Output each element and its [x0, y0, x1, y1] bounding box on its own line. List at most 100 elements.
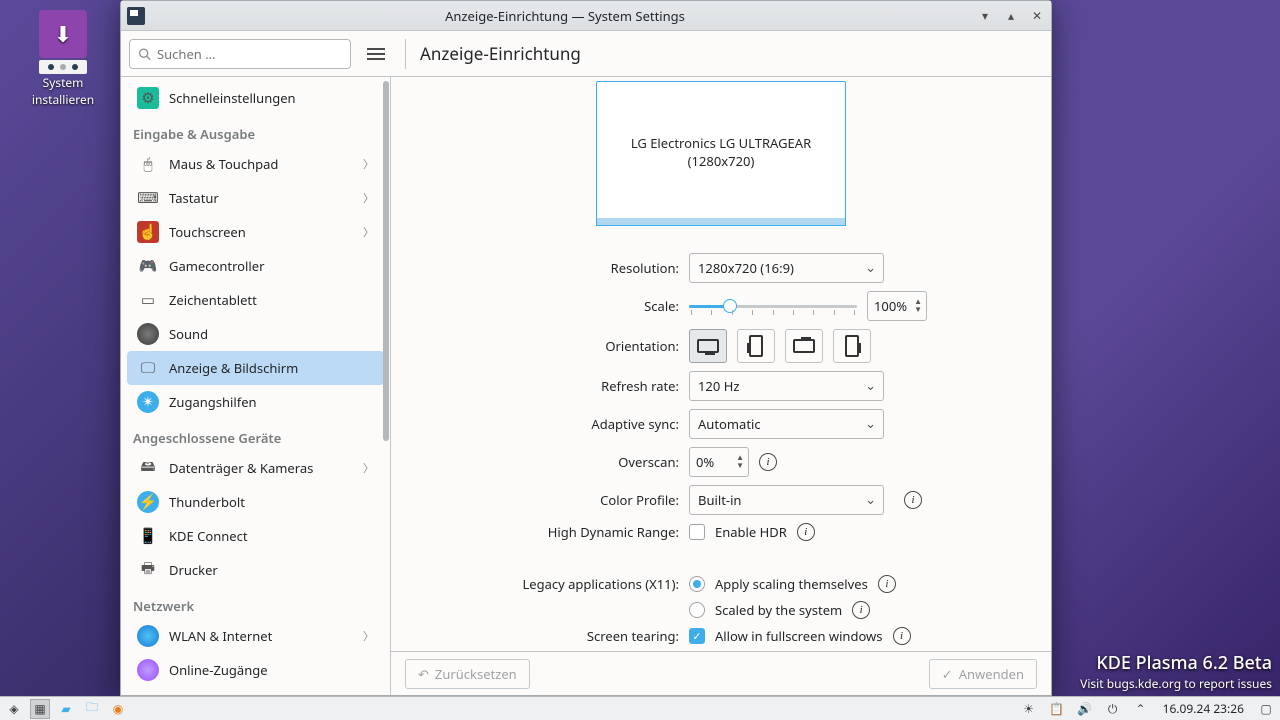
taskmgr-settings-icon[interactable]: ▦: [30, 699, 50, 719]
install-icon-bar: [39, 60, 87, 74]
sidebar-item-tablet[interactable]: ▭ Zeichentablett: [127, 283, 384, 317]
orientation-landscape-flipped[interactable]: [785, 329, 823, 363]
tearing-checkbox[interactable]: ✓: [689, 628, 705, 644]
maximize-button[interactable]: ▴: [1003, 8, 1019, 24]
sidebar-item-printer[interactable]: 🖶 Drucker: [127, 553, 384, 587]
sidebar-item-thunderbolt[interactable]: ⚡ Thunderbolt: [127, 485, 384, 519]
hdr-label: High Dynamic Range:: [411, 523, 679, 541]
clipboard-icon[interactable]: 📋: [1047, 699, 1067, 719]
overscan-spinbox[interactable]: 0%▲▼: [689, 447, 749, 477]
clock[interactable]: 16.09.24 23:26: [1157, 700, 1250, 717]
install-icon: ⬇: [39, 10, 87, 58]
touchscreen-icon: ☝: [137, 221, 159, 243]
tray-chevron-icon[interactable]: ⌃: [1131, 699, 1151, 719]
monitor-preview[interactable]: LG Electronics LG ULTRAGEAR (1280x720): [596, 81, 846, 223]
sidebar-item-accessibility[interactable]: ✴ Zugangshilfen: [127, 385, 384, 419]
printer-icon: 🖶: [137, 559, 159, 581]
content-pane: LG Electronics LG ULTRAGEAR (1280x720) R…: [391, 77, 1051, 695]
minimize-button[interactable]: ▾: [977, 8, 993, 24]
info-icon[interactable]: i: [852, 601, 870, 619]
legacy-radio-system[interactable]: [689, 602, 705, 618]
thunderbolt-icon: ⚡: [137, 491, 159, 513]
sidebar-item-wifi[interactable]: WLAN & Internet 〉: [127, 619, 384, 653]
legacy-label: Legacy applications (X11):: [411, 575, 679, 593]
scale-slider[interactable]: [689, 296, 857, 316]
tablet-icon: ▭: [137, 289, 159, 311]
tearing-check-label: Allow in fullscreen windows: [715, 627, 883, 645]
desktop-icon-label: System: [43, 74, 84, 91]
scale-label: Scale:: [411, 297, 679, 315]
taskmgr-files-icon[interactable]: 🗀: [82, 699, 102, 719]
orientation-landscape[interactable]: [689, 329, 727, 363]
sidebar-category-devices: Angeschlossene Geräte: [121, 419, 390, 451]
taskmgr-firefox-icon[interactable]: ◉: [108, 699, 128, 719]
desktop-icon-label2: installieren: [32, 91, 94, 108]
plasma-version-overlay: KDE Plasma 6.2 Beta Visit bugs.kde.org t…: [1080, 651, 1272, 692]
taskmgr-dolphin-icon[interactable]: ▰: [56, 699, 76, 719]
window-title: Anzeige-Einrichtung — System Settings: [153, 7, 977, 25]
app-icon: [127, 7, 145, 25]
info-icon[interactable]: i: [893, 627, 911, 645]
sidebar-item-mouse[interactable]: 🖱 Maus & Touchpad 〉: [127, 147, 384, 181]
sidebar-item-touchscreen[interactable]: ☝ Touchscreen 〉: [127, 215, 384, 249]
appmenu-icon[interactable]: ◈: [4, 699, 24, 719]
adaptive-select[interactable]: Automatic: [689, 409, 884, 439]
monitor-name: LG Electronics LG ULTRAGEAR: [631, 134, 811, 152]
resolution-label: Resolution:: [411, 259, 679, 277]
legacy-radio-self[interactable]: [689, 576, 705, 592]
sidebar[interactable]: ⚙ Schnelleinstellungen Eingabe & Ausgabe…: [121, 77, 391, 695]
desktop-icon-install[interactable]: ⬇ System installieren: [28, 10, 98, 108]
show-desktop-icon[interactable]: ▢: [1256, 699, 1276, 719]
sidebar-item-gamecontroller[interactable]: 🎮 Gamecontroller: [127, 249, 384, 283]
info-icon[interactable]: i: [904, 491, 922, 509]
resolution-select[interactable]: 1280x720 (16:9): [689, 253, 884, 283]
chevron-right-icon: 〉: [363, 156, 374, 172]
titlebar[interactable]: Anzeige-Einrichtung — System Settings ▾ …: [121, 1, 1051, 31]
sidebar-item-disks[interactable]: 🖴 Datenträger & Kameras 〉: [127, 451, 384, 485]
close-button[interactable]: ✕: [1029, 8, 1045, 24]
info-icon[interactable]: i: [797, 523, 815, 541]
legacy-opt2-label: Scaled by the system: [715, 601, 842, 619]
settings-window: Anzeige-Einrichtung — System Settings ▾ …: [120, 0, 1052, 696]
info-icon[interactable]: i: [878, 575, 896, 593]
orientation-portrait-right[interactable]: [833, 329, 871, 363]
sidebar-item-kdeconnect[interactable]: 📱 KDE Connect: [127, 519, 384, 553]
adaptive-label: Adaptive sync:: [411, 415, 679, 433]
monitor-res: (1280x720): [688, 152, 755, 170]
scale-spinbox[interactable]: 100%▲▼: [867, 291, 927, 321]
orientation-label: Orientation:: [411, 337, 679, 355]
toolbar-separator: [405, 39, 406, 69]
reset-button[interactable]: ↶Zurücksetzen: [405, 659, 530, 689]
accounts-icon: [137, 659, 159, 681]
sidebar-item-display[interactable]: 🖵 Anzeige & Bildschirm: [127, 351, 384, 385]
sidebar-item-keyboard[interactable]: ⌨ Tastatur 〉: [127, 181, 384, 215]
drive-icon: 🖴: [137, 457, 159, 479]
sidebar-item-sound[interactable]: Sound: [127, 317, 384, 351]
plasma-version-title: KDE Plasma 6.2 Beta: [1080, 651, 1272, 675]
network-tray-icon[interactable]: ⏻: [1103, 699, 1123, 719]
hdr-checkbox[interactable]: [689, 524, 705, 540]
search-icon: [138, 47, 151, 61]
sidebar-category-network: Netzwerk: [121, 587, 390, 619]
keyboard-icon: ⌨: [137, 187, 159, 209]
refresh-select[interactable]: 120 Hz: [689, 371, 884, 401]
search-input[interactable]: [157, 45, 342, 63]
monitor-preview-base: [596, 218, 846, 226]
info-icon[interactable]: i: [759, 453, 777, 471]
volume-icon[interactable]: 🔊: [1075, 699, 1095, 719]
chevron-right-icon: 〉: [363, 224, 374, 240]
system-tray[interactable]: ☀ 📋 🔊 ⏻ ⌃: [1019, 699, 1151, 719]
menu-button[interactable]: [361, 39, 391, 69]
apply-button[interactable]: ✓Anwenden: [929, 659, 1037, 689]
colorprofile-label: Color Profile:: [411, 491, 679, 509]
search-input-wrap[interactable]: [129, 39, 351, 69]
orientation-portrait-left[interactable]: [737, 329, 775, 363]
taskbar[interactable]: ◈ ▦ ▰ 🗀 ◉ ☀ 📋 🔊 ⏻ ⌃ 16.09.24 23:26 ▢: [0, 696, 1280, 720]
undo-icon: ↶: [418, 665, 429, 683]
sidebar-item-quicksettings[interactable]: ⚙ Schnelleinstellungen: [127, 81, 384, 115]
sidebar-scrollbar[interactable]: [383, 81, 389, 441]
brightness-icon[interactable]: ☀: [1019, 699, 1039, 719]
sidebar-item-online[interactable]: Online-Zugänge: [127, 653, 384, 687]
sidebar-category-io: Eingabe & Ausgabe: [121, 115, 390, 147]
colorprofile-select[interactable]: Built-in: [689, 485, 884, 515]
